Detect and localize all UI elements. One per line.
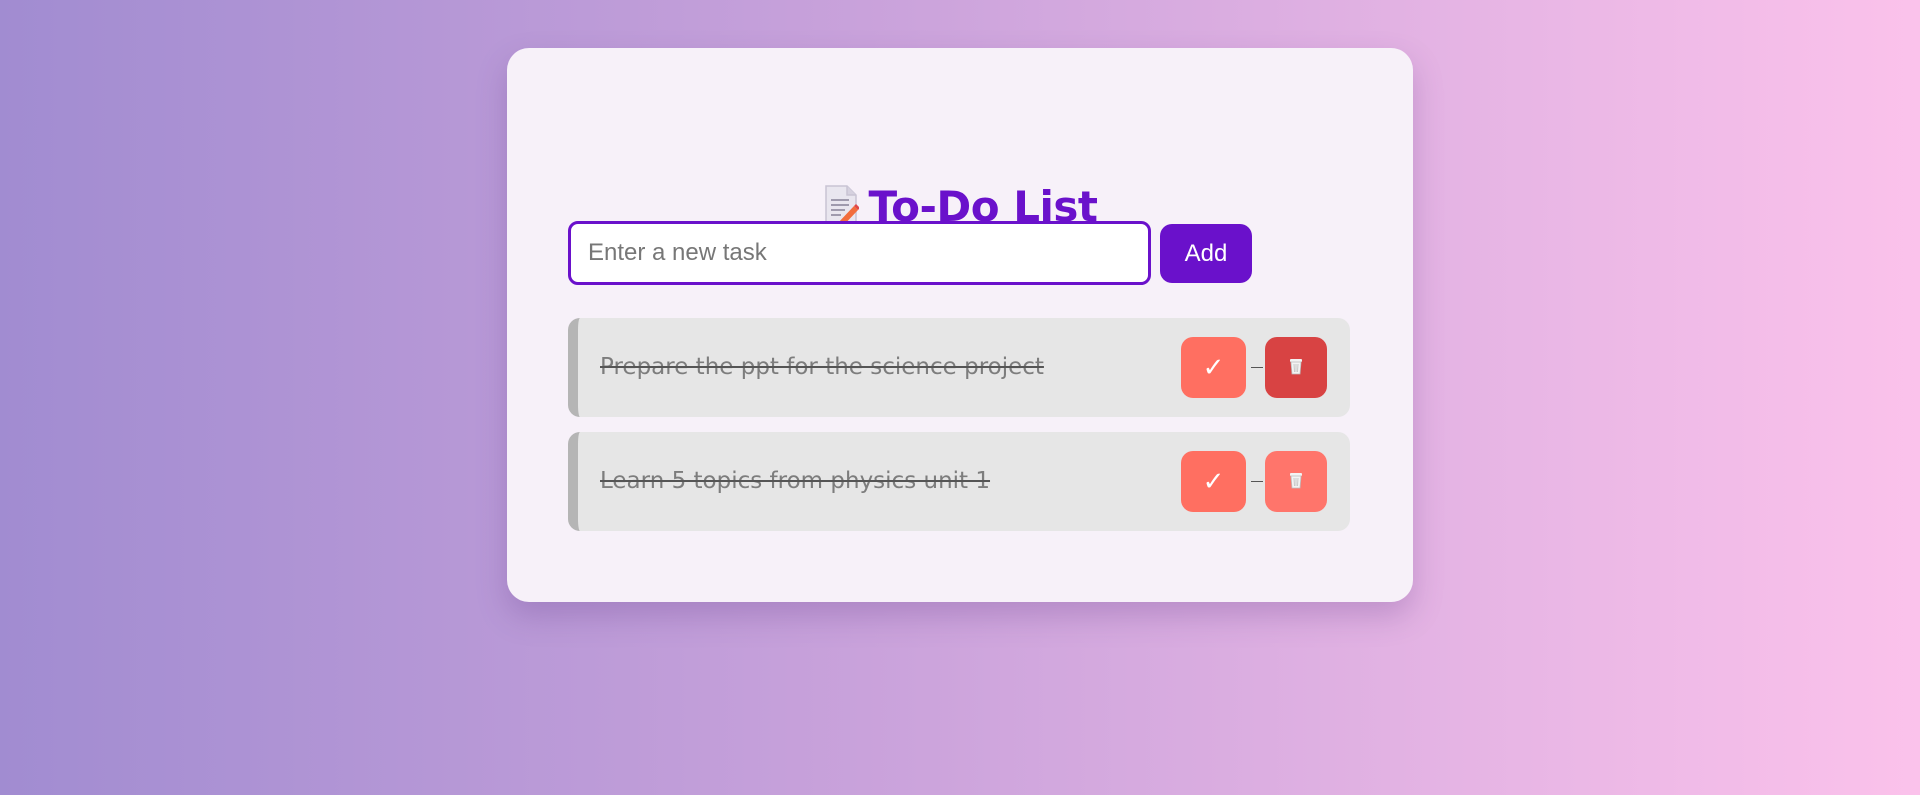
- separator: [1246, 451, 1265, 512]
- checkmark-icon: ✓: [1202, 466, 1225, 497]
- add-task-button[interactable]: Add: [1160, 224, 1252, 283]
- separator: [1246, 337, 1265, 398]
- task-text: Learn 5 topics from physics unit 1: [600, 468, 991, 494]
- complete-task-button[interactable]: ✓: [1181, 451, 1246, 512]
- task-item: Prepare the ppt for the science project …: [568, 318, 1350, 417]
- task-actions: ✓: [1181, 451, 1327, 512]
- new-task-input[interactable]: [568, 221, 1151, 285]
- task-text: Prepare the ppt for the science project: [600, 354, 1044, 380]
- task-actions: ✓: [1181, 337, 1327, 398]
- checkmark-icon: ✓: [1202, 352, 1225, 383]
- trash-can-icon: [1289, 471, 1303, 492]
- todo-card: To-Do List Add Prepare the ppt for the s…: [507, 48, 1413, 602]
- task-item: Learn 5 topics from physics unit 1 ✓: [568, 432, 1350, 531]
- delete-task-button[interactable]: [1265, 451, 1327, 512]
- complete-task-button[interactable]: ✓: [1181, 337, 1246, 398]
- trash-can-icon: [1289, 357, 1303, 378]
- delete-task-button[interactable]: [1265, 337, 1327, 398]
